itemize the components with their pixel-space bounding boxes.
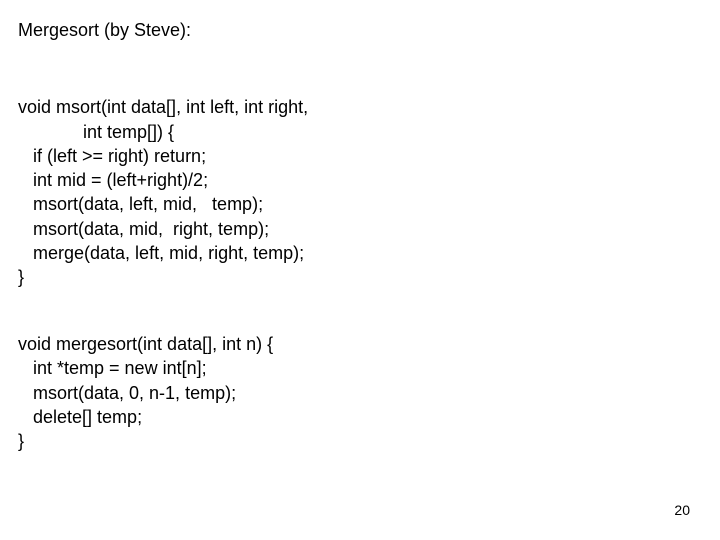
- code-line: void msort(int data[], int left, int rig…: [18, 97, 308, 117]
- slide-title: Mergesort (by Steve):: [18, 20, 702, 41]
- code-line: void mergesort(int data[], int n) {: [18, 334, 273, 354]
- code-line: delete[] temp;: [18, 407, 142, 427]
- code-block-msort: void msort(int data[], int left, int rig…: [18, 71, 702, 290]
- code-line: msort(data, 0, n-1, temp);: [18, 383, 236, 403]
- code-line: int temp[]) {: [18, 122, 174, 142]
- code-line: }: [18, 267, 24, 287]
- code-line: merge(data, left, mid, right, temp);: [18, 243, 304, 263]
- code-line: int *temp = new int[n];: [18, 358, 207, 378]
- code-line: if (left >= right) return;: [18, 146, 206, 166]
- code-line: msort(data, mid, right, temp);: [18, 219, 269, 239]
- page-number: 20: [674, 502, 690, 518]
- code-line: msort(data, left, mid, temp);: [18, 194, 263, 214]
- code-block-mergesort: void mergesort(int data[], int n) { int …: [18, 308, 702, 454]
- code-line: int mid = (left+right)/2;: [18, 170, 208, 190]
- code-line: }: [18, 431, 24, 451]
